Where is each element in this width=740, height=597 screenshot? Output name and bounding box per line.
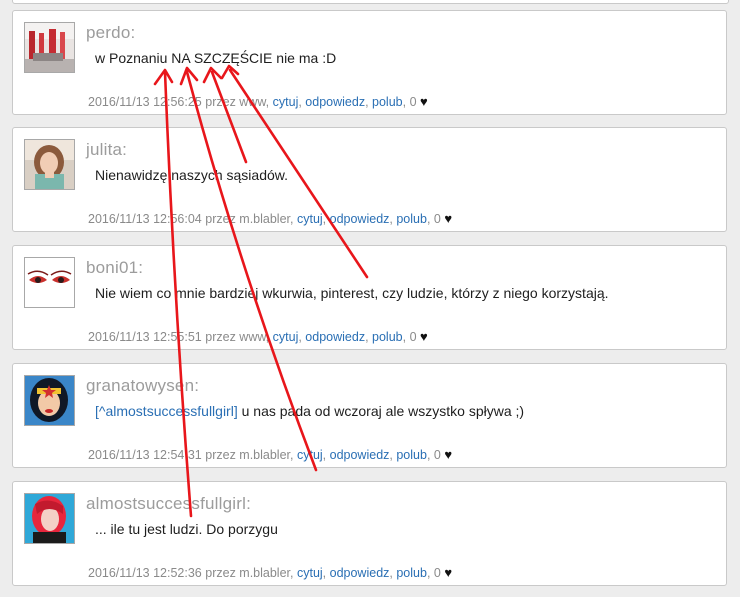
like-count: 0 (433, 448, 441, 462)
like-link[interactable]: polub (372, 95, 403, 109)
reply-link[interactable]: odpowiedz (330, 212, 390, 226)
post-timestamp: 2016/11/13 12:56:25 (88, 95, 202, 109)
like-link[interactable]: polub (372, 330, 403, 344)
mention-link[interactable]: [^almostsuccessfullgirl] (95, 403, 238, 419)
comment-post: almostsuccessfullgirl: ... ile tu jest l… (12, 481, 727, 586)
quote-link[interactable]: cytuj (297, 566, 323, 580)
comment-post: julita: Nienawidzę naszych sąsiadów. 201… (12, 127, 727, 232)
post-source: przez www, (205, 95, 270, 109)
avatar[interactable] (24, 493, 75, 544)
reply-link[interactable]: odpowiedz (305, 95, 365, 109)
avatar[interactable] (24, 22, 75, 73)
post-text: ... ile tu jest ludzi. Do porzygu (95, 521, 278, 537)
wonder-woman-icon (25, 376, 74, 425)
red-hair-portrait-icon (25, 494, 74, 543)
post-author[interactable]: boni01: (86, 258, 143, 278)
post-source: przez m.blabler, (205, 212, 294, 226)
like-count: 0 (433, 212, 441, 226)
post-source: przez m.blabler, (205, 448, 294, 462)
post-text-content: w Poznaniu NA SZCZĘŚCIE nie ma :D (95, 50, 337, 66)
avatar[interactable] (24, 139, 75, 190)
reply-link[interactable]: odpowiedz (305, 330, 365, 344)
post-meta: 2016/11/13 12:52:36 przez m.blabler, cyt… (88, 565, 453, 580)
post-timestamp: 2016/11/13 12:54:31 (88, 448, 202, 462)
heart-icon: ♥ (420, 329, 428, 344)
post-meta: 2016/11/13 12:56:25 przez www, cytuj, od… (88, 94, 428, 109)
heart-icon: ♥ (444, 565, 453, 580)
avatar[interactable] (24, 257, 75, 308)
post-timestamp: 2016/11/13 12:55:51 (88, 330, 202, 344)
post-text: w Poznaniu NA SZCZĘŚCIE nie ma :D (95, 50, 336, 66)
reply-link[interactable]: odpowiedz (330, 566, 390, 580)
post-text: Nienawidzę naszych sąsiadów. (95, 167, 288, 183)
previous-post-edge (12, 0, 729, 4)
quote-link[interactable]: cytuj (273, 330, 299, 344)
quote-link[interactable]: cytuj (297, 448, 323, 462)
post-text-content: Nie wiem co mnie bardziej wkurwia, pinte… (95, 285, 609, 301)
like-link[interactable]: polub (396, 212, 427, 226)
post-meta: 2016/11/13 12:55:51 przez www, cytuj, od… (88, 329, 428, 344)
portrait-icon (25, 140, 74, 189)
quote-link[interactable]: cytuj (273, 95, 299, 109)
post-text-content: Nienawidzę naszych sąsiadów. (95, 167, 288, 183)
quote-link[interactable]: cytuj (297, 212, 323, 226)
post-text-content: u nas pada od wczoraj ale wszystko spływ… (237, 403, 525, 419)
photo-icon (25, 23, 74, 72)
like-link[interactable]: polub (396, 448, 427, 462)
comment-post: boni01: Nie wiem co mnie bardziej wkurwi… (12, 245, 727, 350)
post-author[interactable]: granatowysen: (86, 376, 199, 396)
post-source: przez m.blabler, (205, 566, 294, 580)
eyes-icon (25, 258, 74, 307)
like-link[interactable]: polub (396, 566, 427, 580)
heart-icon: ♥ (420, 94, 428, 109)
heart-icon: ♥ (444, 211, 453, 226)
heart-icon: ♥ (444, 447, 453, 462)
post-author[interactable]: perdo: (86, 23, 135, 43)
post-meta: 2016/11/13 12:56:04 przez m.blabler, cyt… (88, 211, 453, 226)
reply-link[interactable]: odpowiedz (330, 448, 390, 462)
post-timestamp: 2016/11/13 12:52:36 (88, 566, 202, 580)
avatar[interactable] (24, 375, 75, 426)
post-source: przez www, (205, 330, 270, 344)
comment-post: granatowysen: [^almostsuccessfullgirl] u… (12, 363, 727, 468)
comment-post: perdo: w Poznaniu NA SZCZĘŚCIE nie ma :D… (12, 10, 727, 115)
like-count: 0 (409, 95, 417, 109)
post-text: [^almostsuccessfullgirl] u nas pada od w… (95, 403, 524, 419)
like-count: 0 (433, 566, 441, 580)
post-meta: 2016/11/13 12:54:31 przez m.blabler, cyt… (88, 447, 453, 462)
post-timestamp: 2016/11/13 12:56:04 (88, 212, 202, 226)
like-count: 0 (409, 330, 417, 344)
post-author[interactable]: julita: (86, 140, 127, 160)
post-text: Nie wiem co mnie bardziej wkurwia, pinte… (95, 285, 609, 301)
post-author[interactable]: almostsuccessfullgirl: (86, 494, 251, 514)
post-text-content: ... ile tu jest ludzi. Do porzygu (95, 521, 278, 537)
